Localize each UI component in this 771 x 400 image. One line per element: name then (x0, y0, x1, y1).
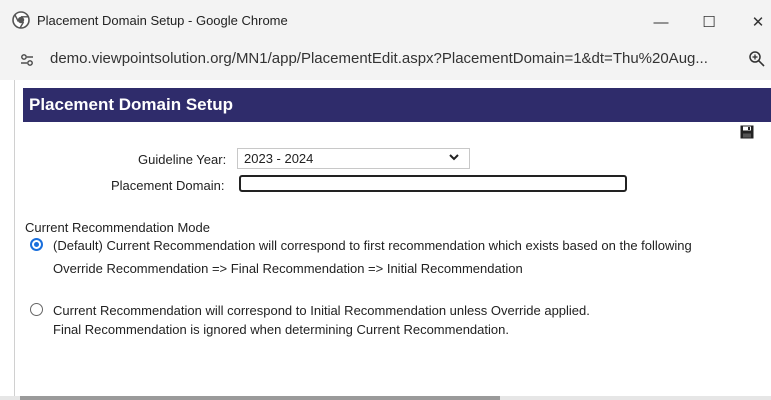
page-header: Placement Domain Setup (23, 88, 771, 122)
option-1-line-1: (Default) Current Recommendation will co… (53, 238, 692, 253)
option-2-line-1: Current Recommendation will correspond t… (53, 303, 590, 318)
default-mode-radio[interactable] (30, 238, 43, 251)
zoom-icon[interactable] (748, 50, 766, 68)
horizontal-scrollbar[interactable] (0, 396, 771, 400)
placement-domain-input[interactable] (239, 175, 627, 192)
close-button[interactable]: ✕ (735, 8, 771, 36)
scrollbar-thumb[interactable] (20, 396, 500, 400)
page-content: Placement Domain Setup Guideline Year: 2… (14, 80, 771, 400)
mode-heading: Current Recommendation Mode (25, 220, 210, 235)
page-title: Placement Domain Setup (29, 95, 234, 114)
tune-icon[interactable] (20, 53, 34, 67)
option-2-line-2: Final Recommendation is ignored when det… (53, 322, 509, 337)
option-1-line-2: Override Recommendation => Final Recomme… (53, 261, 523, 276)
chrome-icon (12, 11, 30, 29)
initial-mode-radio[interactable] (30, 303, 43, 316)
placement-domain-label: Placement Domain: (111, 178, 225, 193)
url-text[interactable]: demo.viewpointsolution.org/MN1/app/Place… (50, 50, 710, 67)
browser-window: Placement Domain Setup - Google Chrome —… (0, 0, 771, 400)
guideline-year-value: 2023 - 2024 (244, 151, 314, 166)
guideline-year-select[interactable]: 2023 - 2024 (237, 148, 470, 169)
maximize-button[interactable]: ☐ (686, 8, 732, 36)
minimize-button[interactable]: — (638, 8, 684, 36)
window-title: Placement Domain Setup - Google Chrome (37, 13, 288, 28)
chevron-down-icon (449, 154, 459, 161)
save-icon[interactable] (740, 125, 754, 139)
guideline-year-label: Guideline Year: (138, 152, 227, 167)
title-bar: Placement Domain Setup - Google Chrome —… (0, 0, 771, 42)
